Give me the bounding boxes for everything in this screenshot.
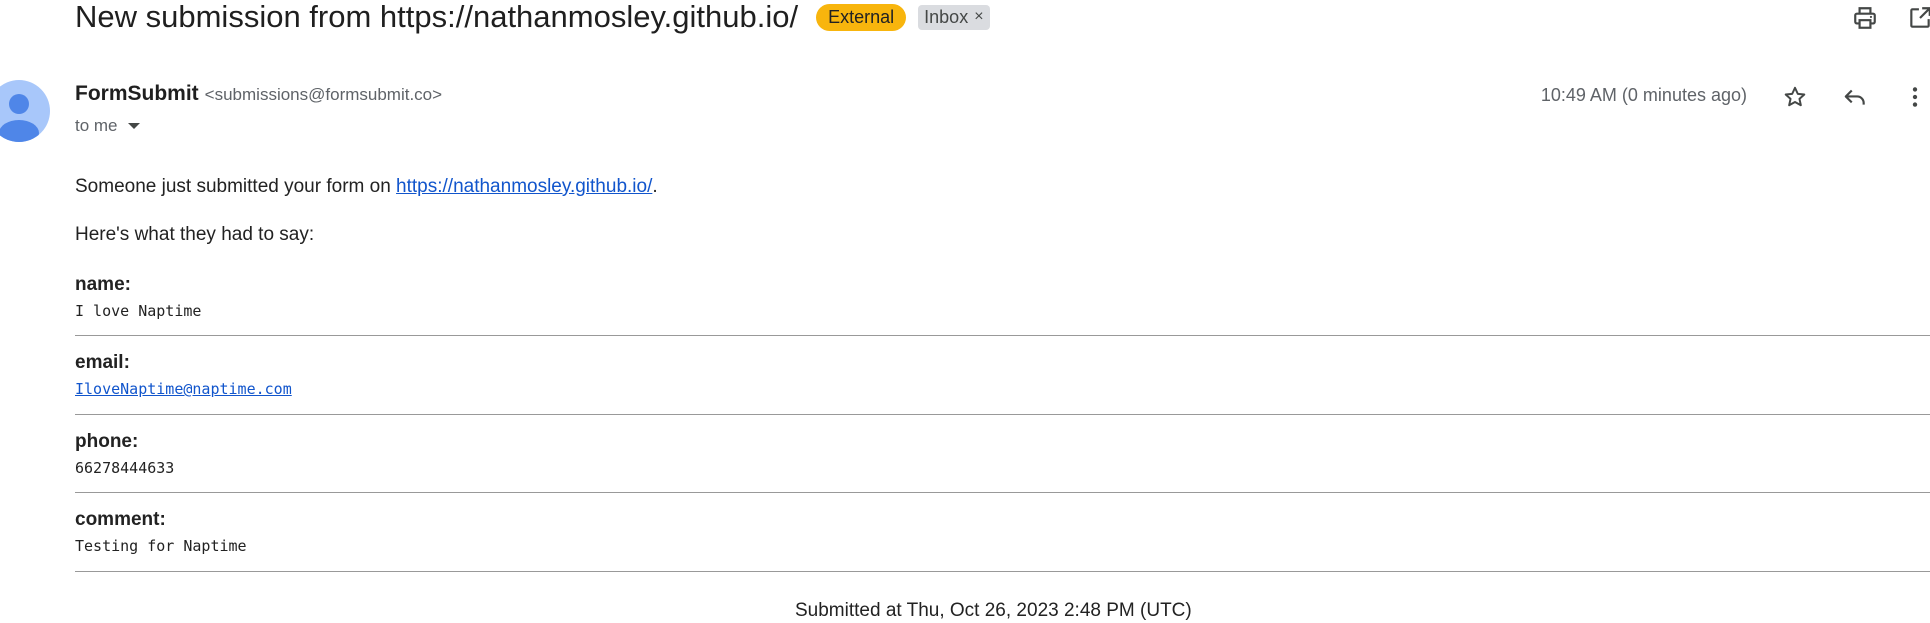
field-divider [75,571,1930,572]
sender-name[interactable]: FormSubmit [75,82,199,106]
field-value: I love Naptime [75,302,202,320]
open-in-new-window-icon[interactable] [1906,4,1930,32]
intro-text: Someone just submitted your form on http… [75,176,658,198]
field-value: IloveNaptime@naptime.com [75,380,1930,398]
intro-prefix: Someone just submitted your form on [75,176,397,197]
field-label: name: [75,274,131,295]
subject-row: New submission from https://nathanmosley… [75,0,990,36]
field-value: 66278444633 [75,459,175,477]
field-label: comment: [75,509,166,530]
email-subject: New submission from https://nathanmosley… [75,0,799,34]
form-field-phone: phone: 66278444633 [75,431,1930,493]
more-vert-icon[interactable] [1900,82,1930,112]
person-avatar-icon [0,94,39,142]
lead-text: Here's what they had to say: [75,224,315,245]
field-value: Testing for Naptime [75,537,247,555]
sender-avatar[interactable] [0,80,50,142]
email-link[interactable]: IloveNaptime@naptime.com [75,380,292,398]
site-link[interactable]: https://nathanmosley.github.io/ [396,176,652,197]
recipient-label: to me [75,116,118,135]
field-divider [75,414,1930,415]
sender-row: FormSubmit <submissions@formsubmit.co> [75,82,442,106]
field-divider [75,492,1930,493]
intro-suffix: . [652,176,658,197]
reply-icon[interactable] [1840,82,1870,112]
star-icon[interactable] [1780,82,1810,112]
recipient-dropdown[interactable]: to me [75,116,140,136]
field-divider [75,335,1930,336]
field-label: phone: [75,431,139,452]
label-inbox-text: Inbox [924,6,969,27]
form-field-name: name: I love Naptime [75,274,1930,336]
sender-email: <submissions@formsubmit.co> [204,85,443,104]
label-external: External [816,3,907,31]
form-field-comment: comment: Testing for Naptime [75,509,1930,572]
email-timestamp: 10:49 AM (0 minutes ago) [1540,85,1747,105]
form-field-email: email: IloveNaptime@naptime.com [75,352,1930,415]
print-icon[interactable] [1851,4,1879,32]
submitted-at-text: Submitted at Thu, Oct 26, 2023 2:48 PM (… [795,600,1192,621]
label-inbox[interactable]: Inbox × [918,4,990,30]
field-label: email: [75,352,130,373]
caret-down-icon [127,123,140,129]
remove-label-icon[interactable]: × [974,8,983,26]
